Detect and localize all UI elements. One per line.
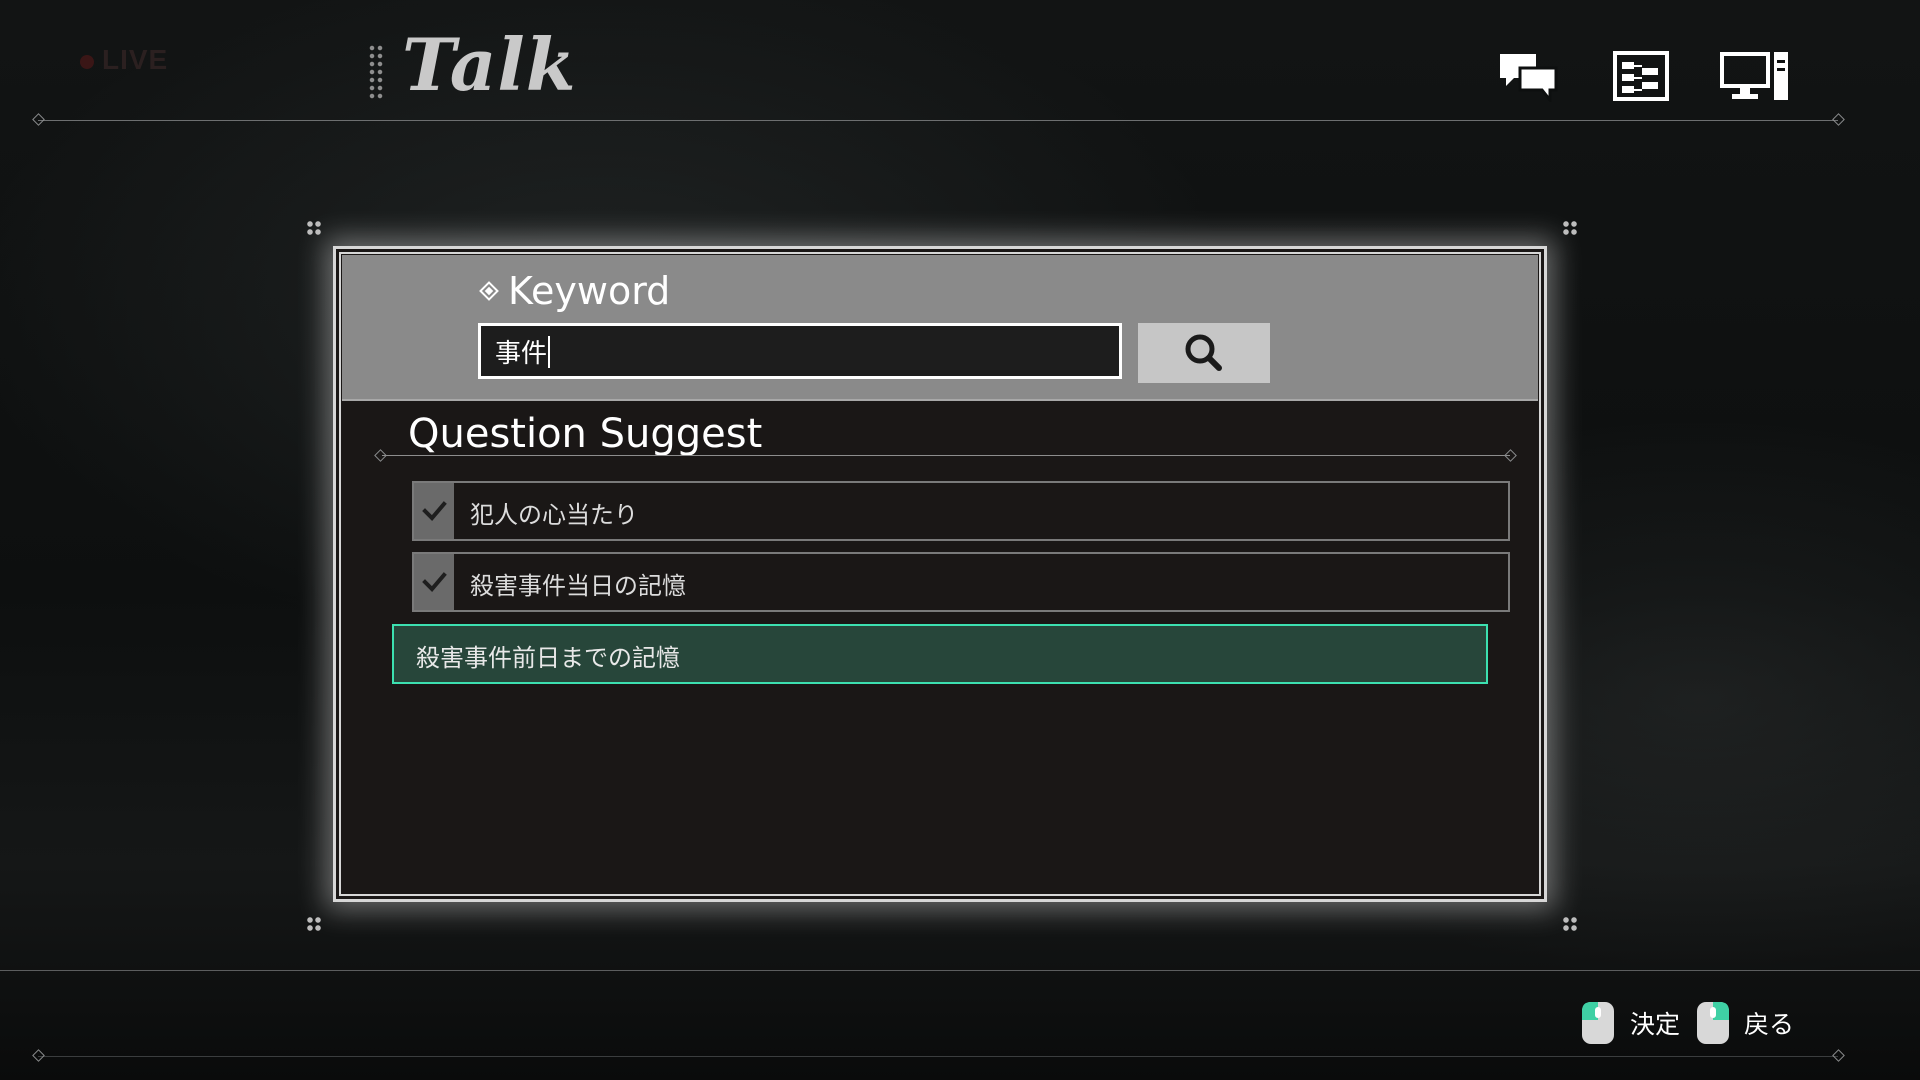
- section-divider: [382, 455, 1510, 456]
- text-caret: [548, 336, 551, 368]
- mouse-left-click-icon: [1582, 1002, 1614, 1044]
- checkmark-icon: [414, 554, 454, 610]
- monitor-icon[interactable]: [1720, 50, 1790, 102]
- talk-dialog: Keyword 事件 Question Suggest 犯人の心当たり 殺害事件…: [333, 246, 1547, 902]
- confirm-label: 決定: [1630, 1010, 1681, 1039]
- top-divider: [38, 120, 1838, 121]
- grip-dots-icon: [368, 44, 384, 100]
- keyword-input-value: 事件: [495, 339, 548, 369]
- corner-grip-icon: [306, 916, 322, 932]
- flowchart-icon[interactable]: [1612, 50, 1670, 102]
- section-title: Question Suggest: [408, 411, 763, 457]
- suggestion-label: 殺害事件当日の記憶: [470, 572, 686, 600]
- live-label: LIVE: [102, 44, 169, 75]
- suggestion-item-selected[interactable]: 殺害事件前日までの記憶: [392, 624, 1488, 684]
- keyword-panel: Keyword 事件: [342, 255, 1538, 401]
- search-button[interactable]: [1138, 323, 1270, 383]
- checkmark-icon: [414, 483, 454, 539]
- suggestion-item[interactable]: 殺害事件当日の記憶: [412, 552, 1510, 612]
- back-hint[interactable]: [1695, 1000, 1731, 1046]
- search-icon: [1185, 334, 1222, 371]
- live-indicator: LIVE: [80, 44, 168, 76]
- page-title: Talk: [402, 22, 577, 107]
- suggestion-label: 殺害事件前日までの記憶: [416, 644, 680, 672]
- live-dot-icon: [80, 54, 94, 69]
- bottom-frame-line: [38, 1056, 1838, 1057]
- suggestion-item[interactable]: 犯人の心当たり: [412, 481, 1510, 541]
- diamond-bullet-icon: [479, 281, 499, 301]
- corner-grip-icon: [1562, 220, 1578, 236]
- bottom-divider: [0, 970, 1920, 971]
- confirm-hint[interactable]: [1580, 1000, 1616, 1046]
- suggestion-label: 犯人の心当たり: [470, 501, 638, 529]
- chat-bubbles-icon[interactable]: [1498, 50, 1558, 105]
- corner-grip-icon: [306, 220, 322, 236]
- mouse-right-click-icon: [1697, 1002, 1729, 1044]
- back-label: 戻る: [1744, 1010, 1795, 1039]
- keyword-input[interactable]: 事件: [478, 323, 1122, 379]
- section-diamond: [1504, 449, 1517, 462]
- corner-grip-icon: [1562, 916, 1578, 932]
- keyword-label-text: Keyword: [508, 269, 671, 313]
- keyword-label: Keyword: [478, 269, 670, 313]
